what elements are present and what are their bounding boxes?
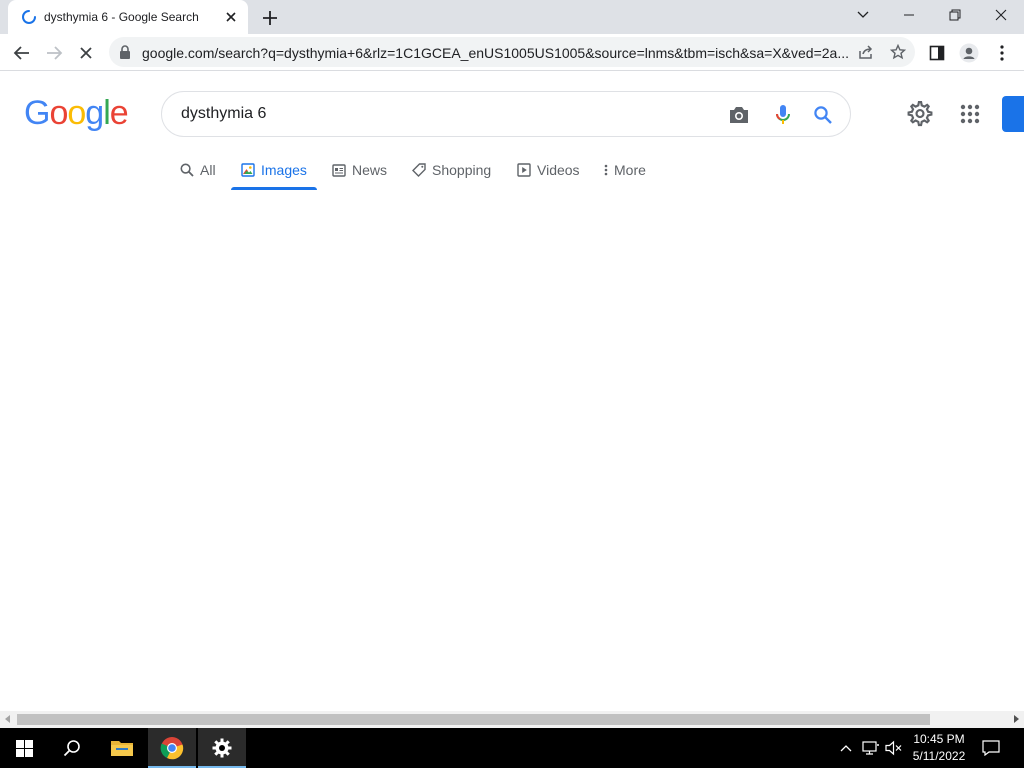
share-button[interactable] <box>856 42 876 62</box>
tab-search-button[interactable] <box>840 0 886 30</box>
url-text[interactable]: google.com/search?q=dysthymia+6&rlz=1C1G… <box>142 45 854 61</box>
tab-label: Images <box>261 162 307 178</box>
loading-spinner-icon <box>22 10 36 24</box>
stop-loading-button[interactable] <box>75 42 97 64</box>
chevron-up-icon <box>840 745 852 752</box>
profile-icon <box>959 43 979 63</box>
show-hidden-icons-button[interactable] <box>836 738 856 758</box>
chrome-taskbar-button[interactable] <box>148 728 196 768</box>
share-icon <box>859 45 873 59</box>
arrow-left-icon <box>13 46 29 60</box>
search-box[interactable]: dysthymia 6 <box>161 91 851 137</box>
plus-icon[interactable] <box>259 7 281 29</box>
side-panel-icon <box>929 45 945 61</box>
taskbar-search-button[interactable] <box>48 728 96 768</box>
stop-icon <box>80 47 92 59</box>
search-input[interactable]: dysthymia 6 <box>181 105 266 123</box>
camera-icon <box>730 107 748 123</box>
tab-label: All <box>200 162 216 178</box>
start-button[interactable] <box>0 728 48 768</box>
search-by-image-button[interactable] <box>727 103 751 127</box>
browser-tab[interactable]: dysthymia 6 - Google Search <box>8 0 248 34</box>
action-center-button[interactable] <box>981 738 1001 758</box>
arrow-right-icon <box>47 46 63 60</box>
chrome-icon <box>160 737 184 760</box>
profile-button[interactable] <box>958 42 980 64</box>
tab-news[interactable]: News <box>332 150 387 190</box>
scrollbar-thumb[interactable] <box>17 714 930 725</box>
scroll-left-arrow-icon[interactable] <box>5 715 10 723</box>
voice-search-button[interactable] <box>771 103 795 127</box>
play-icon <box>517 163 531 177</box>
search-icon <box>63 740 80 757</box>
chevron-down-icon <box>857 11 869 18</box>
tag-icon <box>412 163 426 177</box>
close-tab-icon[interactable] <box>222 8 240 26</box>
tab-label: Shopping <box>432 162 492 178</box>
volume-button[interactable] <box>884 738 904 758</box>
browser-toolbar: google.com/search?q=dysthymia+6&rlz=1C1G… <box>0 34 1024 71</box>
tab-more[interactable]: More <box>604 150 646 190</box>
windows-logo-icon <box>15 739 33 757</box>
network-button[interactable] <box>861 738 881 758</box>
microphone-icon <box>776 105 790 124</box>
tab-title: dysthymia 6 - Google Search <box>44 10 199 24</box>
logo-letter: e <box>109 94 129 132</box>
tab-label: More <box>614 162 646 178</box>
scroll-right-arrow-icon[interactable] <box>1014 715 1019 723</box>
gear-icon[interactable] <box>907 101 933 127</box>
logo-letter: g <box>85 94 104 132</box>
browser-menu-button[interactable] <box>991 42 1013 64</box>
tab-images[interactable]: Images <box>231 150 317 190</box>
tab-label: Videos <box>537 162 580 178</box>
search-icon <box>814 106 832 124</box>
more-vertical-icon <box>604 164 608 176</box>
file-explorer-button[interactable] <box>98 728 146 768</box>
side-panel-button[interactable] <box>926 42 948 64</box>
logo-letter: o <box>67 94 86 132</box>
minimize-button[interactable] <box>886 0 932 30</box>
network-icon <box>862 741 879 755</box>
bookmark-button[interactable] <box>888 42 908 62</box>
folder-icon <box>111 741 133 756</box>
logo-letter: o <box>49 94 68 132</box>
news-icon <box>332 163 346 177</box>
tab-videos[interactable]: Videos <box>517 150 580 190</box>
restore-icon <box>949 9 961 21</box>
close-icon <box>995 9 1007 21</box>
address-bar[interactable]: google.com/search?q=dysthymia+6&rlz=1C1G… <box>109 37 915 67</box>
notification-icon <box>982 740 1000 756</box>
logo-letter: G <box>24 94 50 132</box>
search-icon <box>180 163 194 177</box>
tab-all[interactable]: All <box>180 150 216 190</box>
tab-label: News <box>352 162 388 178</box>
volume-muted-icon <box>885 740 902 756</box>
apps-grid-icon[interactable] <box>958 102 982 126</box>
horizontal-scrollbar[interactable] <box>0 711 1024 728</box>
forward-button[interactable] <box>43 42 65 64</box>
tab-shopping[interactable]: Shopping <box>412 150 491 190</box>
restore-button[interactable] <box>932 0 978 30</box>
star-icon <box>890 44 906 60</box>
settings-taskbar-button[interactable] <box>198 728 246 768</box>
google-logo[interactable]: Google <box>24 94 129 133</box>
clock-date: 5/11/2022 <box>912 749 966 763</box>
search-button[interactable] <box>811 103 835 127</box>
minimize-icon <box>904 14 914 16</box>
tab-strip: dysthymia 6 - Google Search <box>0 0 1024 34</box>
clock-time: 10:45 PM <box>913 732 965 746</box>
back-button[interactable] <box>11 42 33 64</box>
image-icon <box>241 163 255 177</box>
windows-taskbar: 10:45 PM 5/11/2022 <box>0 728 1024 768</box>
close-window-button[interactable] <box>978 0 1024 30</box>
system-clock[interactable]: 10:45 PM 5/11/2022 <box>904 731 974 765</box>
lock-icon[interactable] <box>119 45 131 59</box>
more-vertical-icon <box>1000 45 1004 61</box>
gear-icon <box>212 738 232 758</box>
sign-in-button[interactable] <box>1002 96 1024 132</box>
